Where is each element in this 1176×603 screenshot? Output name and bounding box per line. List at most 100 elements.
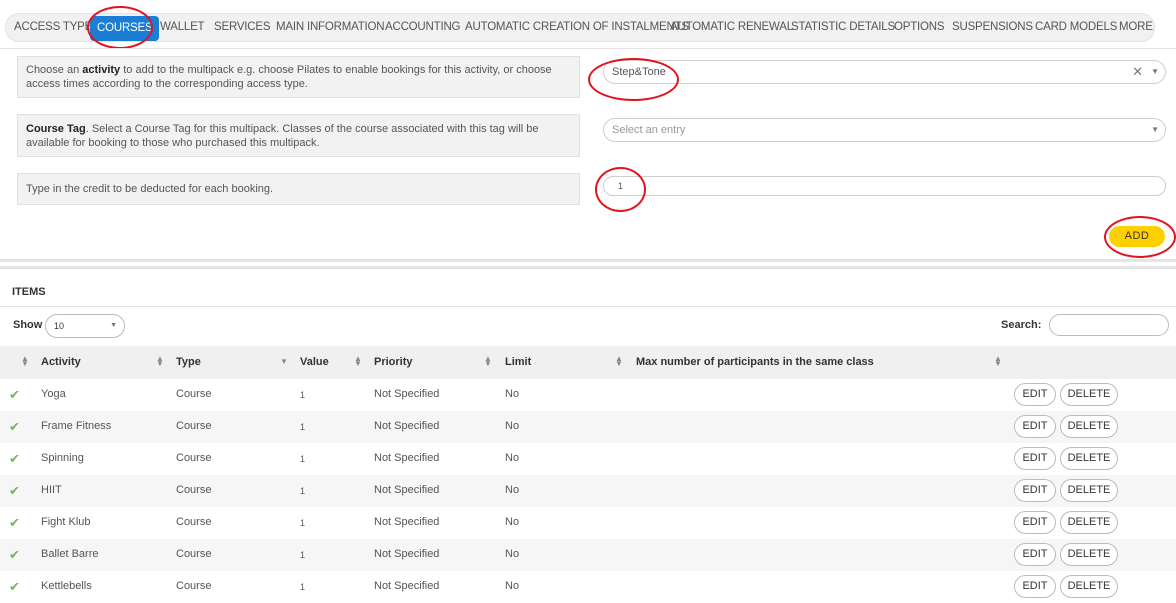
sort-icon[interactable]: ▲ ▼ [615,355,623,368]
divider [0,259,1176,262]
course-tag-help-text: Course Tag. Select a Course Tag for this… [17,114,580,157]
tab-more[interactable]: MORE [1119,21,1153,33]
cell-limit: No [505,484,520,496]
tab-statistic-details[interactable]: STATISTIC DETAILS [791,21,895,33]
cell-value: 1 [300,422,306,432]
tab-main-information[interactable]: MAIN INFORMATION [276,21,385,33]
cell-type: Course [176,452,212,464]
activity-select[interactable]: Step&Tone ✕ ▼ [603,60,1166,84]
column-header-type[interactable]: Type [176,356,201,368]
cell-activity: Fight Klub [41,516,91,528]
tab-automatic-renewal[interactable]: AUTOMATIC RENEWAL [670,21,793,33]
course-tag-select[interactable]: Select an entry ▼ [603,118,1166,142]
table-row: ✔ Spinning Course 1 Not Specified No EDI… [0,443,1176,475]
edit-button[interactable]: EDIT [1014,383,1056,406]
highlight-circle-courses-tab [87,6,153,49]
delete-button[interactable]: DELETE [1060,383,1118,406]
column-header-max-participants[interactable]: Max number of participants in the same c… [636,356,874,368]
cell-activity: Spinning [41,452,84,464]
chevron-down-icon: ▼ [110,322,117,329]
column-header-limit[interactable]: Limit [505,356,531,368]
credit-input[interactable]: 1 [603,176,1166,196]
sort-icon[interactable]: ▲ ▼ [354,355,362,368]
edit-button[interactable]: EDIT [1014,415,1056,438]
cell-priority: Not Specified [374,452,440,464]
cell-priority: Not Specified [374,484,440,496]
table-row: ✔ Fight Klub Course 1 Not Specified No E… [0,507,1176,539]
table-row: ✔ HIIT Course 1 Not Specified No EDIT DE… [0,475,1176,507]
cell-type: Course [176,548,212,560]
tab-card-models[interactable]: CARD MODELS [1035,21,1117,33]
cell-type: Course [176,580,212,592]
edit-button[interactable]: EDIT [1014,479,1056,502]
divider [0,306,1176,307]
table-row: ✔ Kettlebells Course 1 Not Specified No … [0,571,1176,603]
page-size-select[interactable]: 10 ▼ [45,314,125,338]
cell-activity: Yoga [41,388,66,400]
chevron-down-icon[interactable]: ▼ [1151,61,1159,83]
sort-icon[interactable]: ▲ ▼ [21,355,29,368]
cell-limit: No [505,452,520,464]
delete-button[interactable]: DELETE [1060,415,1118,438]
tab-wallet[interactable]: WALLET [160,21,205,33]
tab-accounting[interactable]: ACCOUNTING [385,21,461,33]
search-label: Search: [1001,319,1042,331]
delete-button[interactable]: DELETE [1060,479,1118,502]
cell-value: 1 [300,582,306,592]
tab-suspensions[interactable]: SUSPENSIONS [952,21,1033,33]
cell-limit: No [505,388,520,400]
delete-button[interactable]: DELETE [1060,447,1118,470]
items-title: ITEMS [12,286,46,298]
tabs-bar: ACCESS TYPES COURSES WALLET SERVICES MAI… [5,13,1155,42]
cell-type: Course [176,516,212,528]
cell-limit: No [505,580,520,592]
highlight-circle-credit [595,167,646,212]
divider [0,48,1176,49]
chevron-down-icon[interactable]: ▼ [1151,119,1159,141]
table-row: ✔ Frame Fitness Course 1 Not Specified N… [0,411,1176,443]
highlight-circle-activity [588,58,679,101]
sort-icon[interactable]: ▲ ▼ [994,355,1002,368]
checkmark-icon: ✔ [9,483,20,498]
activity-help-text: Choose an activity to add to the multipa… [17,56,580,98]
checkmark-icon: ✔ [9,515,20,530]
cell-activity: Ballet Barre [41,548,99,560]
cell-priority: Not Specified [374,388,440,400]
sort-icon[interactable]: ▲ ▼ [156,355,164,368]
tab-automatic-creation-of-instalments[interactable]: AUTOMATIC CREATION OF INSTALMENTS [465,21,689,33]
checkmark-icon: ✔ [9,451,20,466]
delete-button[interactable]: DELETE [1060,543,1118,566]
edit-button[interactable]: EDIT [1014,575,1056,598]
column-header-activity[interactable]: Activity [41,356,81,368]
highlight-circle-add [1104,216,1176,258]
edit-button[interactable]: EDIT [1014,447,1056,470]
cell-value: 1 [300,454,306,464]
tab-services[interactable]: SERVICES [214,21,271,33]
cell-type: Course [176,388,212,400]
column-header-value[interactable]: Value [300,356,329,368]
close-icon[interactable]: ✕ [1132,61,1143,83]
delete-button[interactable]: DELETE [1060,575,1118,598]
edit-button[interactable]: EDIT [1014,543,1056,566]
cell-priority: Not Specified [374,580,440,592]
cell-priority: Not Specified [374,516,440,528]
delete-button[interactable]: DELETE [1060,511,1118,534]
edit-button[interactable]: EDIT [1014,511,1056,534]
cell-value: 1 [300,390,306,400]
table-header: ▲ ▼ Activity ▲ ▼ Type ▼ Value ▲ ▼ Priority … [0,346,1176,379]
show-label: Show [13,319,43,331]
table-row: ✔ Ballet Barre Course 1 Not Specified No… [0,539,1176,571]
cell-type: Course [176,420,212,432]
cell-limit: No [505,548,520,560]
cell-priority: Not Specified [374,548,440,560]
sort-icon[interactable]: ▲ ▼ [484,355,492,368]
sort-desc-icon[interactable]: ▼ [280,358,288,366]
search-input[interactable] [1049,314,1169,336]
cell-priority: Not Specified [374,420,440,432]
cell-activity: Kettlebells [41,580,92,592]
checkmark-icon: ✔ [9,547,20,562]
cell-value: 1 [300,486,306,496]
column-header-priority[interactable]: Priority [374,356,413,368]
divider [0,266,1176,269]
tab-options[interactable]: OPTIONS [894,21,945,33]
